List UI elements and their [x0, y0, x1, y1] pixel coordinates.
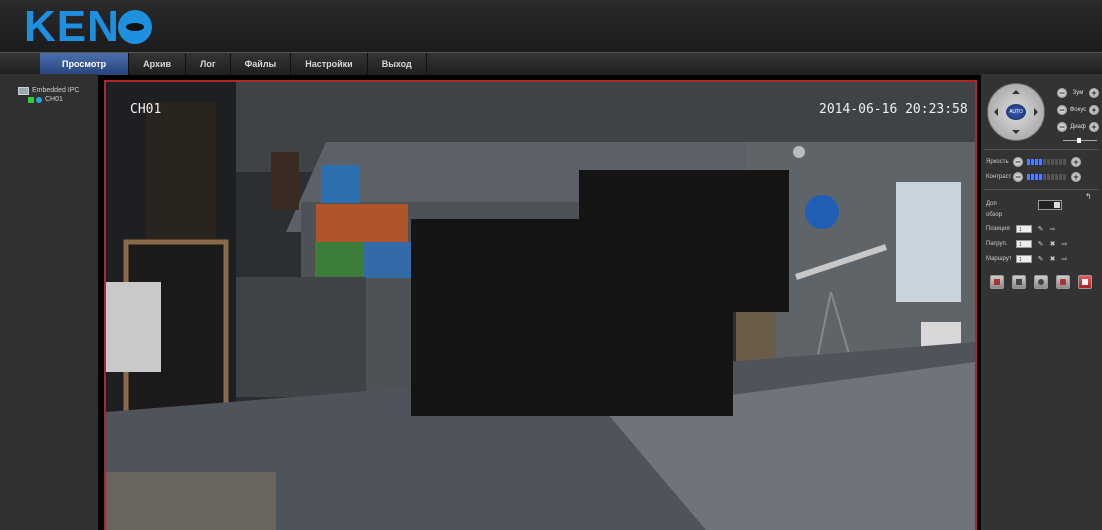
stop-icon[interactable]	[1078, 275, 1092, 289]
patrol-row: Патруп. 1 ✎ ✖ ⇨	[986, 239, 1073, 249]
arrow-right-icon[interactable]	[1034, 108, 1042, 116]
edit-icon[interactable]: ✎	[1037, 240, 1044, 248]
contrast-plus-icon[interactable]: +	[1071, 172, 1081, 182]
timestamp-osd: 2014-06-16 20:23:58	[819, 102, 968, 117]
channel-label: CH01	[45, 96, 63, 103]
dop-select[interactable]	[1038, 200, 1062, 210]
contrast-minus-icon[interactable]: −	[1013, 172, 1023, 182]
fullscreen-icon[interactable]	[1056, 275, 1070, 289]
ptz-direction-pad[interactable]: AUTO	[987, 83, 1045, 141]
brightness-control: Яркость − +	[986, 156, 1081, 168]
ptz-auto-button[interactable]: AUTO	[1006, 104, 1026, 120]
focus-control: − Фокус +	[1057, 104, 1099, 116]
stop-patrol-icon[interactable]: ✖	[1049, 240, 1056, 248]
iris-minus-icon[interactable]: −	[1057, 122, 1067, 132]
route-select[interactable]: 1	[1016, 255, 1032, 263]
divider	[984, 189, 1099, 190]
iris-label: Диаф	[1070, 124, 1086, 130]
device-node[interactable]: Embedded IPC	[18, 86, 79, 95]
brightness-label: Яркость	[986, 159, 1009, 165]
zoom-control: − Зум +	[1057, 87, 1099, 99]
iris-plus-icon[interactable]: +	[1089, 122, 1099, 132]
nav-item-log[interactable]: Лог	[186, 53, 231, 75]
ptz-panel: AUTO − Зум + − Фокус + − Диаф + Яркость …	[981, 74, 1102, 530]
privacy-mask	[411, 219, 733, 416]
zoom-minus-icon[interactable]: −	[1057, 88, 1067, 98]
logo: KEN	[24, 2, 152, 51]
refresh-icon[interactable]: ↰	[1085, 192, 1092, 201]
arrow-down-icon[interactable]	[1012, 130, 1020, 138]
brightness-bar[interactable]	[1027, 159, 1067, 165]
go-icon[interactable]: ⇨	[1049, 225, 1056, 233]
focus-minus-icon[interactable]: −	[1057, 105, 1067, 115]
nav-item-settings[interactable]: Настройки	[291, 53, 368, 75]
camera-status-icon	[28, 96, 34, 103]
audio-icon[interactable]	[1034, 275, 1048, 289]
device-icon	[18, 86, 29, 95]
position-row: Позиция 1 ✎ ⇨	[986, 224, 1061, 234]
contrast-fill	[1027, 174, 1043, 180]
route-label: Маршрут	[986, 256, 1012, 262]
edit-icon[interactable]: ✎	[1037, 255, 1044, 263]
focus-plus-icon[interactable]: +	[1089, 105, 1099, 115]
nav-item-files[interactable]: Файлы	[231, 53, 292, 75]
slider-handle[interactable]	[1077, 138, 1081, 143]
device-panel: Embedded IPC CH01	[0, 74, 98, 530]
arrow-left-icon[interactable]	[990, 108, 998, 116]
iris-control: − Диаф +	[1057, 121, 1099, 133]
snapshot-icon[interactable]	[1012, 275, 1026, 289]
action-buttons	[990, 275, 1100, 289]
contrast-bar[interactable]	[1027, 174, 1067, 180]
arrow-up-icon[interactable]	[1012, 86, 1020, 94]
main-nav: Просмотр Архив Лог Файлы Настройки Выход	[0, 52, 1102, 75]
brightness-plus-icon[interactable]: +	[1071, 157, 1081, 167]
patrol-label: Патруп.	[986, 241, 1008, 247]
channel-node[interactable]: CH01	[28, 95, 79, 104]
dop-label: Доп	[986, 201, 997, 207]
nav-item-exit[interactable]: Выход	[368, 53, 427, 75]
channel-osd: CH01	[130, 102, 162, 117]
device-label: Embedded IPC	[32, 87, 80, 94]
position-select[interactable]: 1	[1016, 225, 1032, 233]
video-view[interactable]: CH01 2014-06-16 20:23:58	[104, 80, 977, 530]
zoom-label: Зум	[1072, 90, 1084, 96]
contrast-control: Контраст − +	[986, 171, 1081, 183]
focus-label: Фокус	[1069, 107, 1087, 113]
go-icon[interactable]: ⇨	[1061, 240, 1068, 248]
zoom-plus-icon[interactable]: +	[1089, 88, 1099, 98]
position-label: Позиция	[986, 226, 1010, 232]
patrol-select[interactable]: 1	[1016, 240, 1032, 248]
go-icon[interactable]: ⇨	[1061, 255, 1068, 263]
brightness-minus-icon[interactable]: −	[1013, 157, 1023, 167]
eye-logo-icon	[117, 10, 152, 44]
device-tree: Embedded IPC CH01	[18, 86, 79, 104]
nav-item-archive[interactable]: Архив	[129, 53, 187, 75]
brightness-fill	[1027, 159, 1043, 165]
header: KEN	[0, 0, 1102, 52]
nav-item-preview[interactable]: Просмотр	[40, 53, 130, 75]
record-icon[interactable]	[990, 275, 1004, 289]
route-row: Маршрут 1 ✎ ✖ ⇨	[986, 254, 1073, 264]
channel-icon	[36, 96, 42, 103]
stop-route-icon[interactable]: ✖	[1049, 255, 1056, 263]
edit-icon[interactable]: ✎	[1037, 225, 1044, 233]
contrast-label: Контраст	[986, 174, 1012, 180]
divider	[984, 149, 1099, 150]
ptz-speed-slider[interactable]	[1063, 138, 1097, 143]
logo-text: KEN	[24, 2, 120, 51]
obzor-label: обзор	[986, 212, 1002, 218]
